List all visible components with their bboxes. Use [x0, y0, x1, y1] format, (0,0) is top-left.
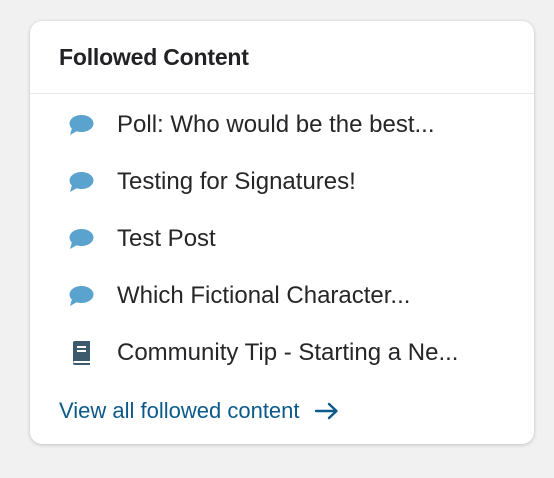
chat-bubble-icon	[68, 283, 94, 309]
list-item-label: Testing for Signatures!	[117, 168, 356, 195]
chat-bubble-icon	[68, 169, 94, 195]
card-header: Followed Content	[30, 21, 534, 94]
list-item[interactable]: Community Tip - Starting a Ne...	[30, 329, 534, 377]
list-item-label: Poll: Who would be the best...	[117, 111, 435, 138]
chat-bubble-icon	[68, 226, 94, 252]
list-item[interactable]: Testing for Signatures!	[30, 158, 534, 206]
card-title: Followed Content	[59, 43, 249, 70]
view-all-label: View all followed content	[59, 398, 300, 423]
followed-content-card: Followed Content Poll: Who would be the …	[30, 21, 534, 444]
chat-bubble-icon	[68, 112, 94, 138]
view-all-followed-link[interactable]: View all followed content	[59, 398, 340, 424]
list-item[interactable]: Which Fictional Character...	[30, 272, 534, 320]
list-item-label: Which Fictional Character...	[117, 282, 411, 309]
arrow-right-icon	[314, 401, 340, 421]
list-item[interactable]: Test Post	[30, 215, 534, 263]
list-item[interactable]: Poll: Who would be the best...	[30, 101, 534, 149]
list-item-label: Test Post	[117, 225, 216, 252]
list-item-label: Community Tip - Starting a Ne...	[117, 339, 459, 366]
book-icon	[68, 340, 94, 366]
